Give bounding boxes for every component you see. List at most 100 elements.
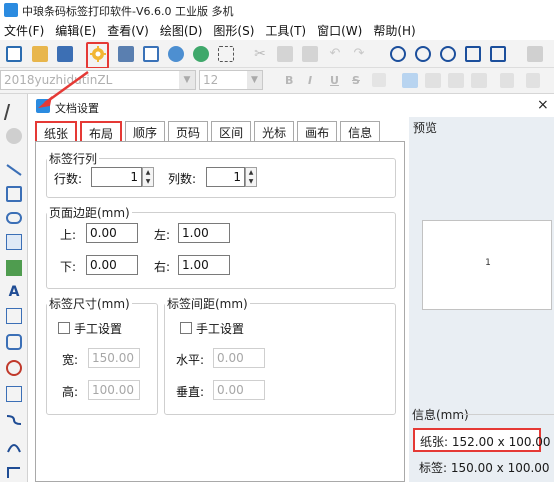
barcode-tool-icon[interactable] (6, 308, 22, 324)
circle-tool-icon[interactable] (6, 360, 22, 376)
save-icon[interactable] (57, 46, 73, 62)
main-toolbar: ✂ ↶ ↷ (0, 40, 554, 68)
superscript-icon[interactable] (372, 73, 386, 87)
font-size-dropdown-arrow-icon[interactable]: ▼ (247, 71, 262, 89)
menu-shape[interactable]: 图形(S) (209, 22, 258, 39)
label-gap-manual-label: 手工设置 (196, 322, 245, 336)
info-title: 信息(mm) (412, 408, 469, 422)
close-icon[interactable]: × (537, 97, 549, 113)
grid-icon[interactable] (218, 46, 234, 62)
print-preview-icon[interactable] (143, 46, 159, 62)
underline-button[interactable]: U (330, 74, 339, 87)
button-tool-icon[interactable] (6, 334, 22, 350)
justify-icon[interactable] (471, 73, 487, 88)
app-icon (4, 3, 18, 17)
zoom-reset-icon[interactable] (440, 46, 456, 62)
align-center-icon[interactable] (425, 73, 441, 88)
char-spacing-icon[interactable] (526, 73, 540, 88)
database-icon[interactable] (168, 46, 184, 62)
margin-top-input[interactable]: 0.00 (86, 223, 138, 243)
margin-right-input[interactable]: 1.00 (178, 255, 230, 275)
cols-input[interactable]: 1 (206, 167, 245, 187)
label-gap-manual-checkbox[interactable] (180, 322, 192, 334)
spin-down-icon[interactable]: ▼ (143, 177, 153, 186)
menu-help[interactable]: 帮助(H) (369, 22, 419, 39)
redo-icon[interactable]: ↷ (351, 46, 367, 62)
pan-icon[interactable] (527, 46, 543, 62)
tab-info[interactable]: 信息 (340, 121, 381, 141)
tab-page-number[interactable]: 页码 (168, 121, 209, 141)
ellipse-tool-icon[interactable] (6, 212, 22, 224)
menu-tools[interactable]: 工具(T) (261, 22, 310, 39)
rows-input[interactable]: 1 (91, 167, 142, 187)
text-tool-icon[interactable]: A (6, 284, 22, 300)
align-left-icon[interactable] (402, 73, 418, 88)
line-tool-icon[interactable] (6, 162, 22, 178)
tab-canvas[interactable]: 画布 (297, 121, 338, 141)
window-title: 中琅条码标签打印软件-V6.6.0 工业版 多机 (22, 5, 234, 18)
menu-draw[interactable]: 绘图(D) (156, 22, 207, 39)
gap-horizontal-input[interactable]: 0.00 (213, 348, 265, 368)
open-folder-icon[interactable] (32, 46, 48, 62)
undo-icon[interactable]: ↶ (327, 46, 343, 62)
spin-down-icon[interactable]: ▼ (246, 177, 256, 186)
format-toolbar: 2018yuzhidutinZL ▼ 12 ▼ B I U S (0, 68, 554, 94)
print-icon[interactable] (118, 46, 134, 62)
menu-edit[interactable]: 编辑(E) (51, 22, 100, 39)
strikethrough-button[interactable]: S (352, 74, 360, 87)
italic-button[interactable]: I (308, 74, 312, 87)
line-spacing-icon[interactable] (500, 73, 514, 88)
database-settings-icon[interactable] (193, 46, 209, 62)
menu-window[interactable]: 窗口(W) (313, 22, 366, 39)
layout-tab-panel: 标签行列 行数: 1 ▲ ▼ 列数: 1 ▲ ▼ 页面边距(mm) 上: 0.00 … (35, 141, 405, 482)
preview-title: 预览 (413, 121, 438, 135)
margin-left-input[interactable]: 1.00 (178, 223, 230, 243)
align-right-icon[interactable] (448, 73, 464, 88)
rotate-icon[interactable] (6, 128, 22, 144)
cols-spinner[interactable]: ▲ ▼ (245, 167, 257, 187)
qrcode-tool-icon[interactable] (6, 386, 22, 402)
menu-file[interactable]: 文件(F) (0, 22, 48, 39)
rectangle-tool-icon[interactable] (6, 186, 22, 202)
copy-icon[interactable] (277, 46, 293, 62)
label-size-legend: 标签尺寸(mm) (49, 297, 130, 311)
polyline-tool-icon[interactable] (6, 464, 22, 480)
page-margins-legend: 页面边距(mm) (49, 206, 130, 220)
label-height-input[interactable]: 100.00 (88, 380, 140, 400)
preview-page-number: 1 (485, 258, 491, 268)
bold-button[interactable]: B (285, 74, 293, 87)
fit-page-icon[interactable] (465, 46, 481, 62)
tab-cursor[interactable]: 光标 (254, 121, 295, 141)
dialog-title: 文档设置 (55, 102, 99, 115)
menu-view[interactable]: 查看(V) (103, 22, 153, 39)
curve-tool-icon[interactable] (6, 412, 22, 428)
select-pointer-icon[interactable] (3, 104, 25, 120)
tab-paper[interactable]: 纸张 (35, 121, 78, 141)
tab-layout[interactable]: 布局 (80, 121, 123, 141)
gap-vertical-input[interactable]: 0.00 (213, 380, 265, 400)
margin-bottom-label: 下: (60, 260, 77, 274)
dialog-app-icon (36, 99, 50, 113)
zoom-in-icon[interactable] (390, 46, 406, 62)
tab-range[interactable]: 区间 (211, 121, 252, 141)
label-size-manual-label: 手工设置 (74, 322, 123, 336)
font-name-select[interactable]: 2018yuzhidutinZL (0, 70, 196, 90)
spin-up-icon[interactable]: ▲ (143, 168, 153, 177)
fit-width-icon[interactable] (490, 46, 506, 62)
font-dropdown-arrow-icon[interactable]: ▼ (179, 71, 195, 89)
new-document-icon[interactable] (6, 46, 22, 62)
picture-tool-icon[interactable] (6, 260, 22, 276)
cut-icon[interactable]: ✂ (252, 46, 268, 62)
zoom-out-icon[interactable] (415, 46, 431, 62)
arc-tool-icon[interactable] (6, 438, 22, 454)
paste-icon[interactable] (302, 46, 318, 62)
margin-bottom-input[interactable]: 0.00 (86, 255, 138, 275)
tab-order[interactable]: 顺序 (125, 121, 166, 141)
label-width-input[interactable]: 150.00 (88, 348, 140, 368)
settings-highlight-box (86, 42, 109, 69)
label-size-manual-checkbox[interactable] (58, 322, 70, 334)
rows-spinner[interactable]: ▲ ▼ (142, 167, 154, 187)
spin-up-icon[interactable]: ▲ (246, 168, 256, 177)
image-tool-icon[interactable] (6, 234, 22, 250)
paper-size-info: 纸张: 152.00 x 100.00 (413, 428, 551, 452)
